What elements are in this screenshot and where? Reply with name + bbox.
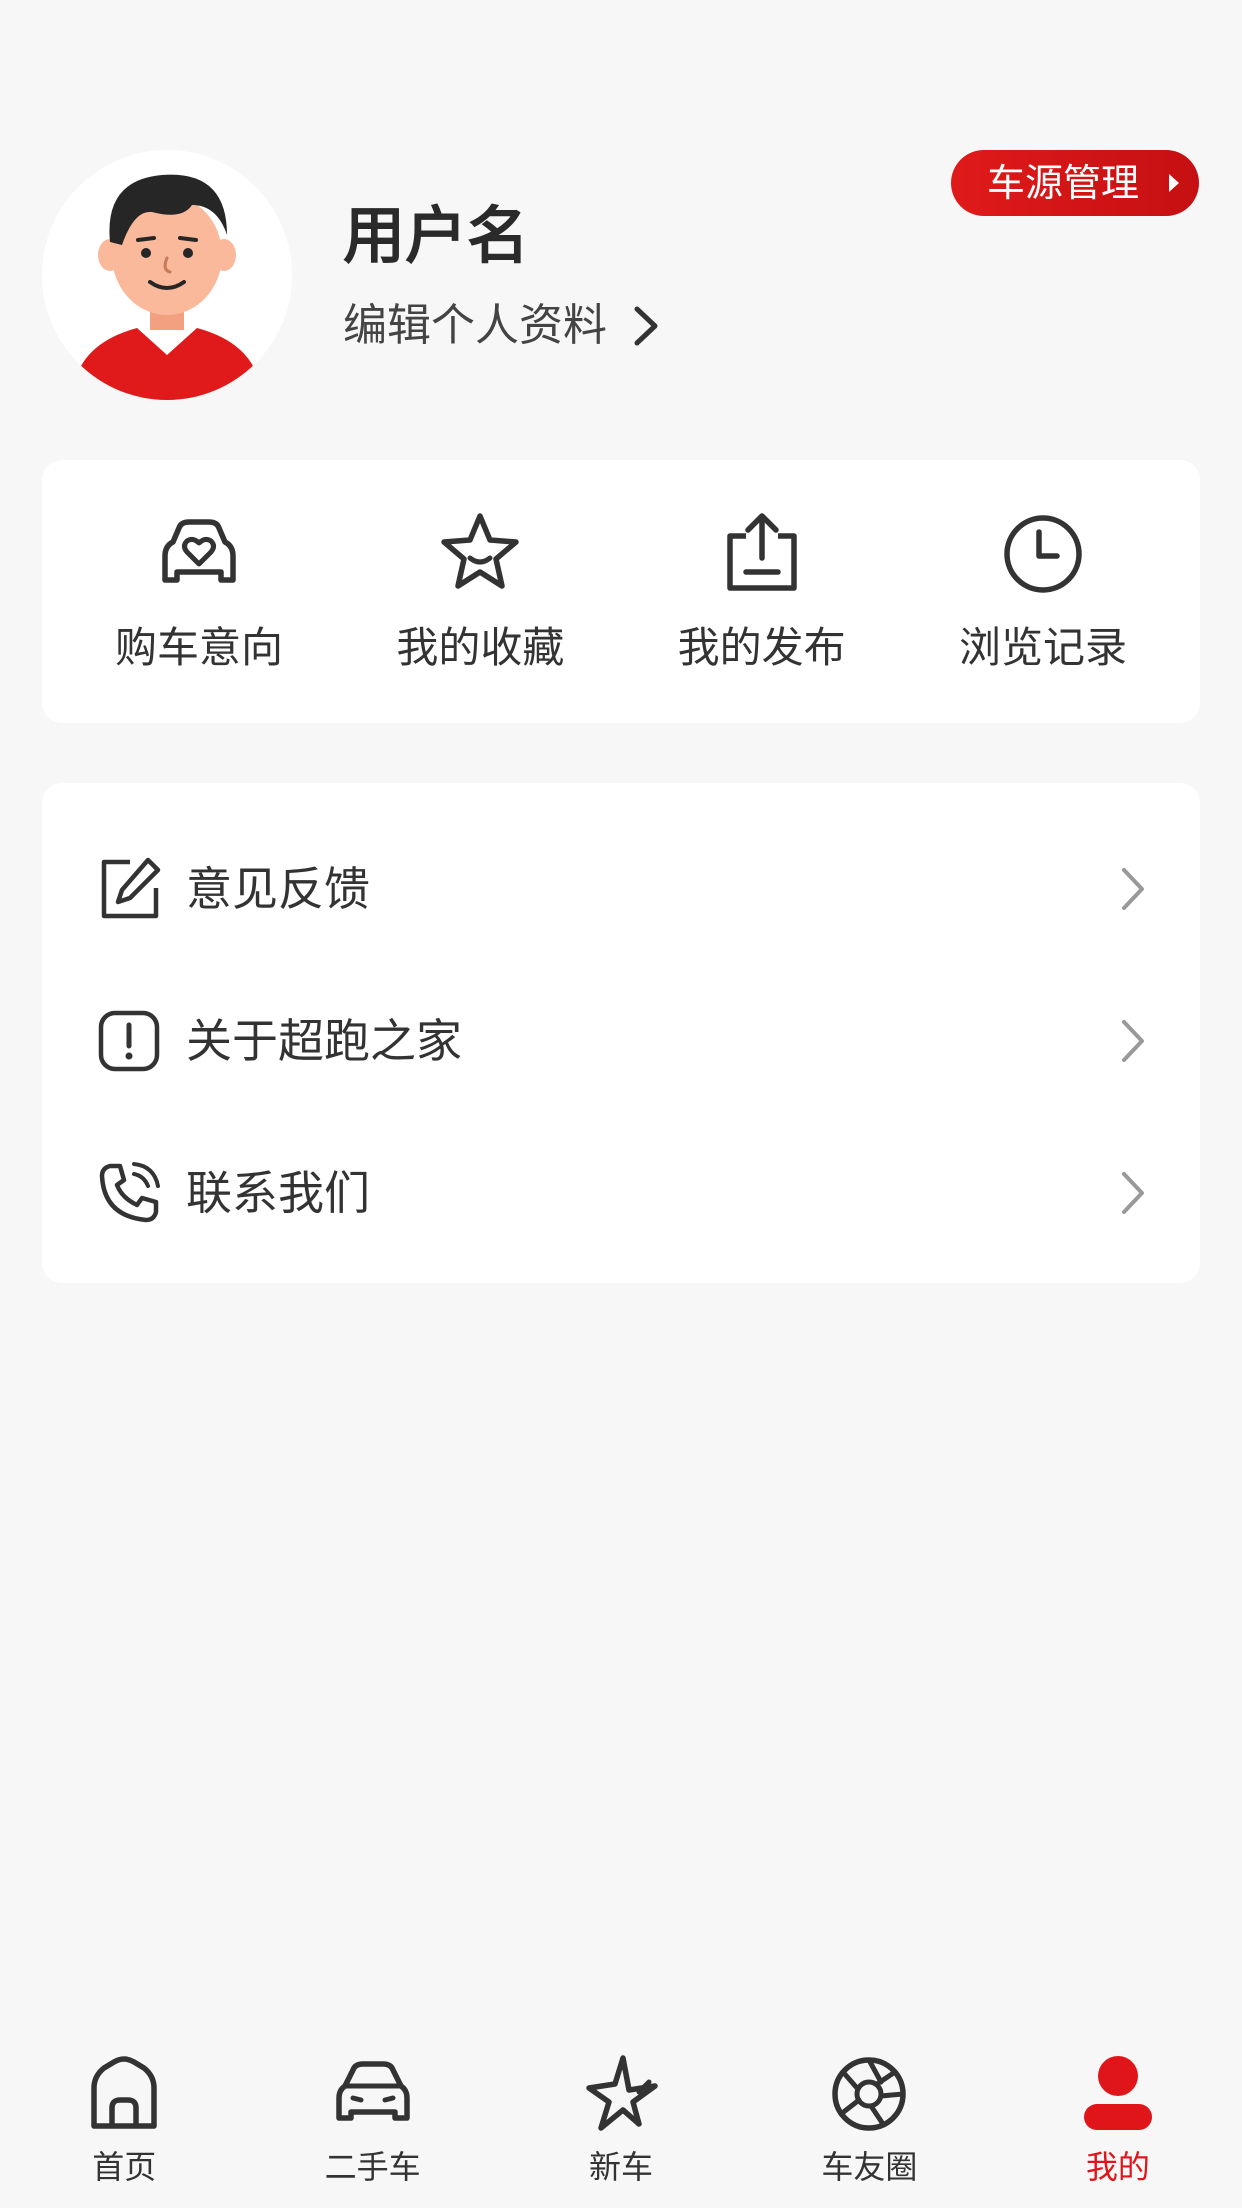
menu-item-contact[interactable]: 联系我们 — [42, 1117, 1200, 1269]
nav-item-home[interactable]: 首页 — [0, 2030, 248, 2208]
quick-actions-card: 购车意向 我的收藏 我的发布 浏览记录 — [42, 460, 1200, 723]
user-icon — [1083, 2056, 1152, 2130]
nav-item-new-cars[interactable]: 新车 — [497, 2030, 745, 2208]
avatar[interactable] — [42, 150, 292, 400]
phone-icon — [99, 1162, 160, 1223]
chevron-right-icon — [1122, 1020, 1144, 1062]
aperture-icon — [832, 2057, 907, 2131]
chevron-right-icon — [1122, 868, 1144, 910]
menu-item-label: 联系我们 — [186, 1166, 370, 1220]
edit-profile-link[interactable]: 编辑个人资料 — [343, 296, 663, 356]
chevron-right-icon — [634, 306, 658, 346]
menu-item-about[interactable]: 关于超跑之家 — [42, 965, 1200, 1117]
nav-item-car-community[interactable]: 车友圈 — [745, 2030, 993, 2208]
edit-profile-label: 编辑个人资料 — [343, 300, 607, 351]
car-icon — [335, 2061, 410, 2121]
upload-icon — [726, 513, 797, 591]
avatar-illustration — [42, 150, 292, 400]
bottom-navigation: 首页 二手车 新车 车友圈 我的 — [0, 2030, 1242, 2208]
info-exclamation-icon — [98, 1010, 160, 1072]
profile-page: 用户名 编辑个人资料 车源管理 购车意向 我的收藏 我的发布 浏览记录 意见反馈… — [0, 0, 1242, 2208]
quick-action-history[interactable]: 浏览记录 — [908, 460, 1178, 723]
menu-item-feedback[interactable]: 意见反馈 — [42, 813, 1200, 965]
nav-label: 我的 — [1085, 2148, 1150, 2186]
menu-item-label: 关于超跑之家 — [186, 1014, 462, 1068]
username: 用户名 — [343, 199, 530, 272]
nav-label: 新车 — [589, 2148, 654, 2186]
nav-item-used-cars[interactable]: 二手车 — [248, 2030, 496, 2208]
home-icon — [91, 2056, 157, 2129]
car-heart-icon — [162, 519, 236, 583]
edit-feedback-icon — [101, 857, 161, 919]
menu-item-label: 意见反馈 — [186, 862, 370, 916]
menu-card: 意见反馈 关于超跑之家 联系我们 — [42, 783, 1200, 1283]
quick-action-label: 我的收藏 — [396, 623, 565, 672]
quick-action-favorites[interactable]: 我的收藏 — [345, 460, 615, 723]
clock-icon — [1004, 515, 1082, 593]
nav-item-mine[interactable]: 我的 — [994, 2030, 1242, 2208]
vehicle-management-button[interactable]: 车源管理 — [951, 150, 1199, 216]
nav-label: 车友圈 — [821, 2148, 918, 2186]
chevron-right-icon — [1122, 1172, 1144, 1214]
nav-label: 二手车 — [324, 2148, 421, 2186]
quick-action-label: 浏览记录 — [958, 623, 1127, 672]
quick-action-my-posts[interactable]: 我的发布 — [627, 460, 897, 723]
quick-action-label: 购车意向 — [114, 623, 283, 672]
caret-right-icon — [1169, 174, 1179, 192]
vehicle-management-label: 车源管理 — [987, 161, 1140, 205]
quick-action-label: 我的发布 — [677, 623, 846, 672]
spark-icon — [586, 2055, 658, 2131]
quick-action-purchase-intent[interactable]: 购车意向 — [64, 460, 334, 723]
star-icon — [441, 513, 520, 589]
nav-label: 首页 — [92, 2148, 157, 2186]
